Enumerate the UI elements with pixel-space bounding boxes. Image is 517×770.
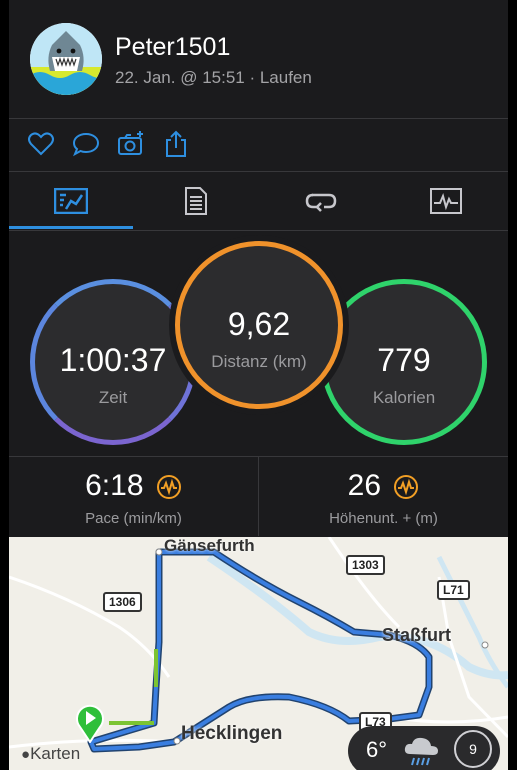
- stats-row: 6:18 Pace (min/km) 26 Höhenunt. + (m): [9, 457, 508, 536]
- wind-speed: 9: [469, 741, 477, 757]
- activity-header: Peter1501 22. Jan. @ 15:51 · Laufen: [9, 0, 508, 118]
- calories-label: Kalorien: [372, 388, 436, 407]
- tab-bar: [9, 172, 508, 230]
- distance-metric[interactable]: 9,62 Distanz (km): [175, 241, 343, 409]
- details-icon: [185, 187, 207, 215]
- pace-value: 6:18: [9, 469, 258, 503]
- elevation-stat[interactable]: 26 Höhenunt. + (m): [259, 457, 508, 536]
- tab-laps[interactable]: [259, 172, 383, 230]
- calories-value: 779: [377, 342, 431, 378]
- elevation-value: 26: [259, 469, 508, 503]
- distance-value: 9,62: [227, 306, 291, 342]
- tab-active-indicator: [9, 226, 133, 229]
- attribution-text: Karten: [30, 744, 81, 763]
- laps-icon: [305, 193, 337, 212]
- route-map[interactable]: Gänsefurth Staßfurt Hecklingen 1303 1306…: [9, 537, 508, 770]
- shark-avatar-icon: [30, 23, 102, 95]
- add-photo-icon[interactable]: [116, 129, 146, 159]
- avatar[interactable]: [30, 23, 102, 95]
- pace-stat[interactable]: 6:18 Pace (min/km): [9, 457, 258, 536]
- charts-icon: [430, 188, 462, 214]
- time-metric[interactable]: 1:00:37 Zeit: [30, 279, 196, 445]
- maps-attribution: ●Karten: [21, 744, 80, 764]
- road-label-1303: 1303: [346, 555, 385, 575]
- personal-record-icon: [156, 475, 181, 500]
- road-label-l71: L71: [437, 580, 470, 600]
- temperature: 6°: [366, 737, 388, 762]
- metrics-panel: 1:00:37 Zeit 779 Kalorien 9,62 Distanz (…: [9, 231, 508, 456]
- rain-cloud-icon: [404, 737, 438, 766]
- elevation-label: Höhenunt. + (m): [329, 510, 438, 527]
- apple-logo-icon: ●: [21, 746, 31, 763]
- tab-charts[interactable]: [384, 172, 508, 230]
- weather-badge[interactable]: 6° 9: [348, 726, 500, 770]
- share-icon[interactable]: [161, 129, 191, 159]
- start-marker-icon[interactable]: [75, 703, 105, 743]
- tab-details[interactable]: [134, 172, 258, 230]
- username[interactable]: Peter1501: [115, 33, 230, 62]
- personal-record-icon: [394, 475, 419, 500]
- pace-value-text: 6:18: [85, 469, 144, 502]
- activity-screen: Peter1501 22. Jan. @ 15:51 · Laufen 1:00…: [9, 0, 508, 770]
- activity-date-type: 22. Jan. @ 15:51 · Laufen: [115, 68, 312, 87]
- place-label-hecklingen: Hecklingen: [181, 723, 283, 744]
- distance-label: Distanz (km): [211, 352, 307, 371]
- place-label-gansefurth: Gänsefurth: [164, 537, 255, 555]
- pace-label: Pace (min/km): [85, 510, 182, 527]
- heart-icon[interactable]: [26, 129, 56, 159]
- time-label: Zeit: [98, 388, 128, 407]
- calories-metric[interactable]: 779 Kalorien: [321, 279, 487, 445]
- elevation-value-text: 26: [347, 469, 382, 502]
- tab-overview[interactable]: [9, 172, 133, 230]
- road-label-1306: 1306: [103, 592, 142, 612]
- place-label-stassfurt: Staßfurt: [382, 625, 451, 645]
- time-value: 1:00:37: [59, 342, 167, 378]
- overview-icon: [54, 188, 88, 214]
- comment-icon[interactable]: [71, 129, 101, 159]
- wind-indicator: 9: [454, 730, 492, 768]
- action-bar: [9, 119, 508, 171]
